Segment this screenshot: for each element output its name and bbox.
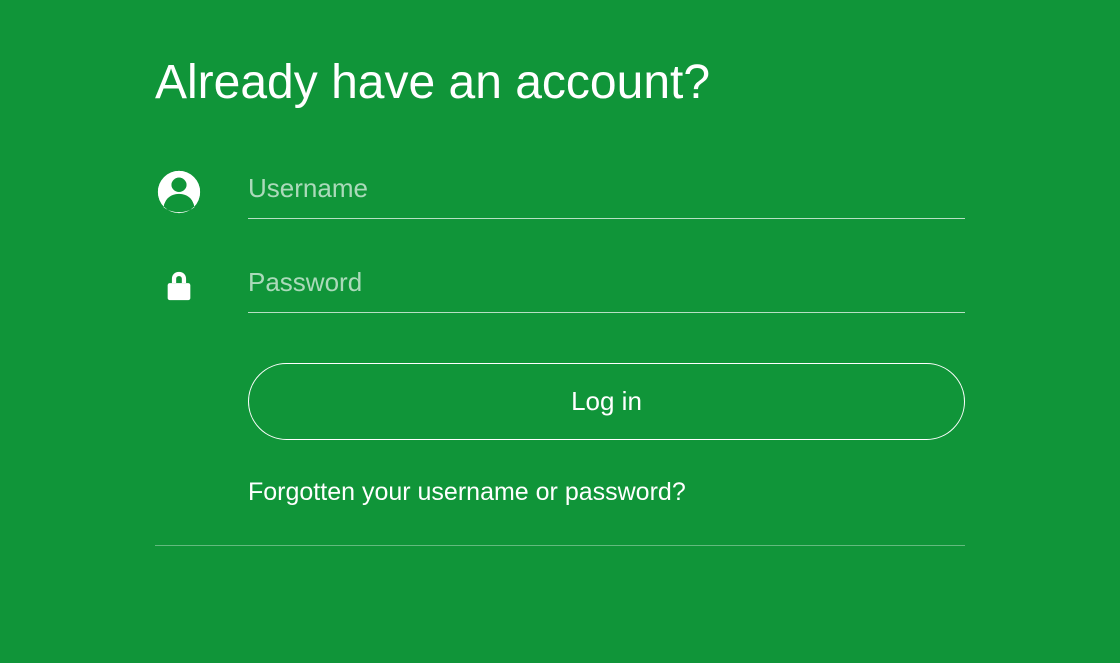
login-button[interactable]: Log in [248,363,965,440]
user-icon [155,168,203,216]
login-heading: Already have an account? [155,55,965,110]
forgot-password-link[interactable]: Forgotten your username or password? [248,478,686,507]
login-panel: Already have an account? Log in Forgotte… [0,0,1120,546]
password-input[interactable] [248,259,965,313]
actions-area: Log in Forgotten your username or passwo… [248,353,965,545]
username-row [155,165,965,219]
username-input[interactable] [248,165,965,219]
section-divider [155,545,965,546]
password-row [155,259,965,313]
lock-icon [155,262,203,310]
